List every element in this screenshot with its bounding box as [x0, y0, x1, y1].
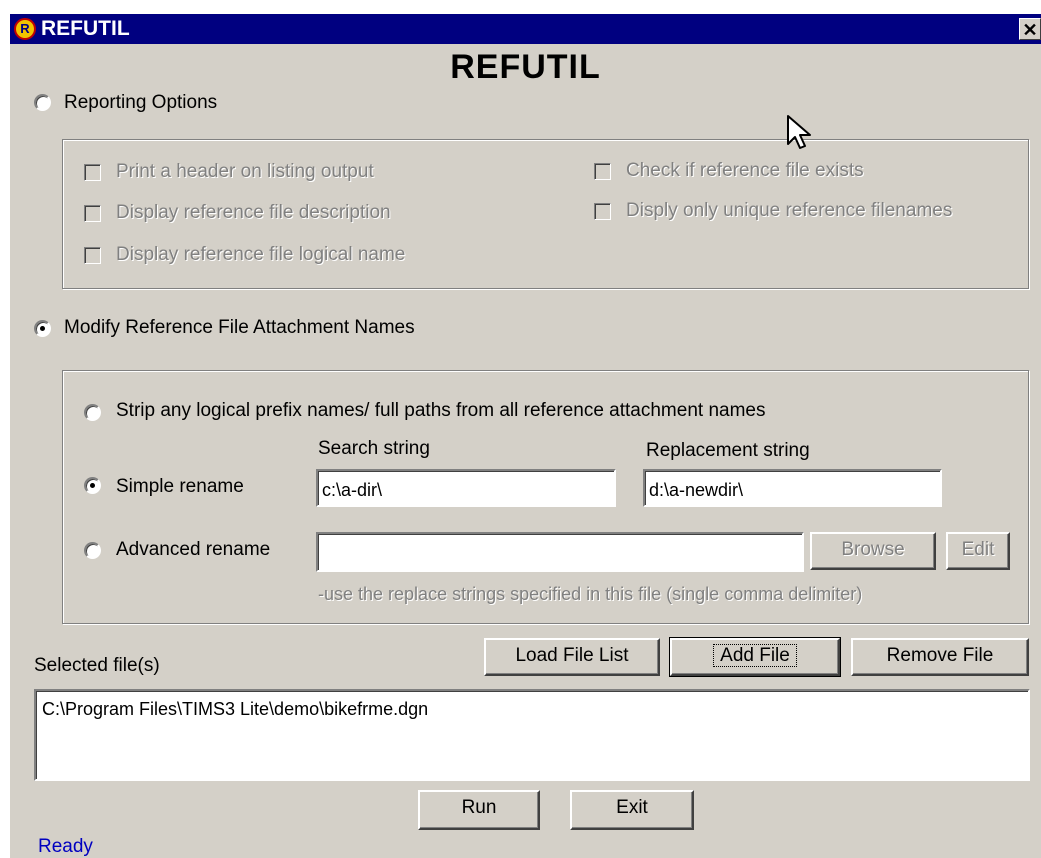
- browse-button-label: Browse: [841, 539, 905, 560]
- strip-prefix-radio[interactable]: [84, 404, 101, 421]
- simple-rename-label: Simple rename: [116, 476, 244, 497]
- add-file-button[interactable]: Add File: [669, 637, 841, 677]
- load-file-list-button[interactable]: Load File List: [484, 638, 660, 676]
- advanced-rename-radio[interactable]: [84, 542, 101, 559]
- reporting-options-label: Reporting Options: [64, 92, 218, 113]
- remove-file-label: Remove File: [886, 645, 994, 666]
- reporting-options-radio[interactable]: [34, 94, 51, 111]
- edit-button-label: Edit: [961, 539, 995, 560]
- advanced-rename-label: Advanced rename: [116, 539, 271, 560]
- selected-files-list[interactable]: C:\Program Files\TIMS3 Lite\demo\bikefrm…: [34, 689, 1030, 781]
- strip-prefix-label: Strip any logical prefix names/ full pat…: [116, 400, 766, 421]
- checkbox-unique-filenames[interactable]: [594, 203, 611, 220]
- modify-names-radio[interactable]: [34, 320, 51, 337]
- checkbox-print-header[interactable]: [84, 164, 101, 181]
- mouse-cursor-icon: [787, 115, 811, 149]
- window-title: REFUTIL: [41, 17, 130, 40]
- display-description-label: Display reference file description: [116, 202, 391, 223]
- advanced-rename-hint: -use the replace strings specified in th…: [318, 584, 863, 604]
- simple-rename-radio[interactable]: [84, 477, 101, 494]
- close-button[interactable]: ✕: [1019, 18, 1041, 40]
- replacement-string-label: Replacement string: [646, 440, 810, 461]
- modify-names-label: Modify Reference File Attachment Names: [64, 317, 415, 338]
- title-bar[interactable]: R REFUTIL ✕: [10, 14, 1041, 44]
- page-heading: REFUTIL: [450, 48, 601, 86]
- replacement-string-input[interactable]: d:\a-newdir\: [643, 469, 942, 507]
- search-string-input[interactable]: c:\a-dir\: [316, 469, 616, 507]
- browse-button[interactable]: Browse: [810, 532, 936, 570]
- print-header-label: Print a header on listing output: [116, 161, 374, 182]
- check-exists-label: Check if reference file exists: [626, 160, 864, 181]
- status-text: Ready: [38, 836, 93, 857]
- app-icon: R: [14, 18, 36, 40]
- exit-button[interactable]: Exit: [570, 790, 694, 830]
- checkbox-display-logical-name[interactable]: [84, 247, 101, 264]
- search-string-label: Search string: [318, 438, 430, 459]
- list-item[interactable]: C:\Program Files\TIMS3 Lite\demo\bikefrm…: [42, 699, 1022, 720]
- exit-button-label: Exit: [616, 797, 648, 818]
- advanced-rename-file-input[interactable]: [316, 532, 804, 572]
- load-file-list-label: Load File List: [515, 645, 629, 666]
- unique-filenames-label: Disply only unique reference filenames: [626, 200, 953, 221]
- display-logical-name-label: Display reference file logical name: [116, 244, 406, 265]
- checkbox-check-exists[interactable]: [594, 163, 611, 180]
- refutil-window: R REFUTIL ✕ REFUTIL Reporting Options Pr…: [10, 14, 1041, 858]
- remove-file-button[interactable]: Remove File: [851, 638, 1029, 676]
- checkbox-display-description[interactable]: [84, 205, 101, 222]
- add-file-label: Add File: [713, 644, 797, 667]
- selected-files-label: Selected file(s): [34, 655, 160, 676]
- edit-button[interactable]: Edit: [946, 532, 1010, 570]
- run-button[interactable]: Run: [418, 790, 540, 830]
- run-button-label: Run: [461, 797, 497, 818]
